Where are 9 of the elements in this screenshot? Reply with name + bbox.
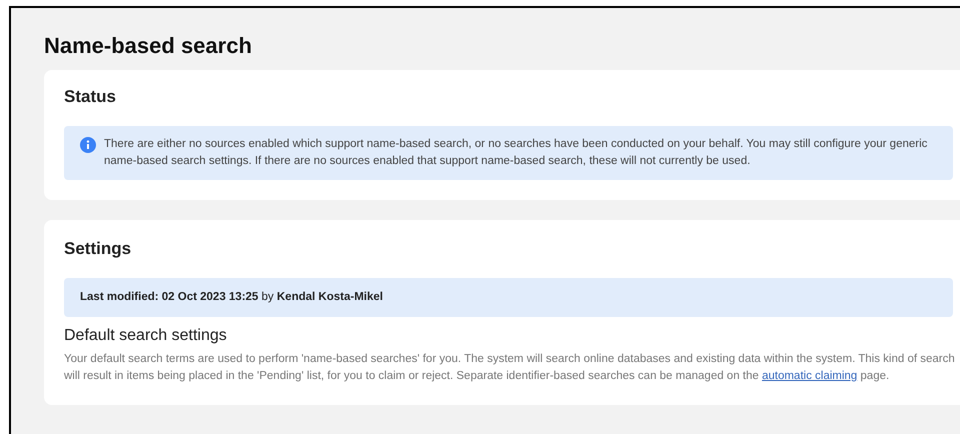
subsection-heading: Default search settings bbox=[64, 326, 228, 346]
description-text: Your default search terms are used to perform 'name-based searches' for you. The system will search online databases and existing data within the system. This kind of search will result in items being placed in the 'Pending' list, for you to claim or reject. Separate identifier-based searches can be managed on the automatic claiming page. bbox=[64, 352, 956, 384]
section-heading: Status bbox=[64, 86, 117, 108]
last-modified-text: Last modified: 02 Oct 2023 13:25 by Kendal Kosta-Mikel bbox=[80, 290, 384, 305]
section-heading: Settings bbox=[64, 238, 132, 260]
page-title: Name-based search bbox=[44, 32, 253, 60]
automatic-claiming-link[interactable]: automatic claiming bbox=[762, 370, 858, 382]
info-icon bbox=[80, 137, 96, 153]
notice-text: There are either no sources enabled which support name-based search, or no searches have been conducted on your behalf. You may still configure your generic name-based search settings. If there are no sources enabled that support name-based search, these will not currently be used. bbox=[104, 137, 928, 169]
